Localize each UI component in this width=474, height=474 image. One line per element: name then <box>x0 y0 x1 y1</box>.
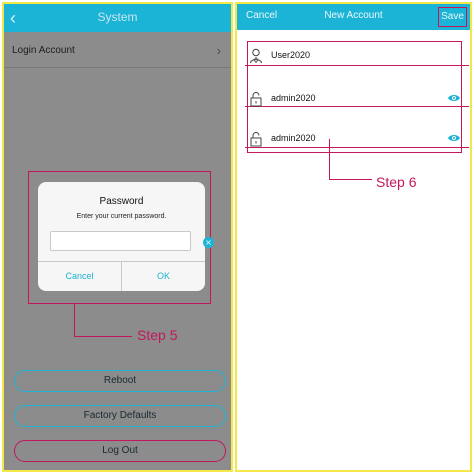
password-field[interactable]: admin2020 <box>249 87 461 111</box>
system-screen: ‹ System Login Account › Password Enter … <box>2 2 233 472</box>
log-out-button[interactable]: Log Out <box>14 440 226 462</box>
system-nav-bar: ‹ System <box>4 4 231 32</box>
step-5-label: Step 5 <box>137 327 178 343</box>
login-account-label: Login Account <box>12 45 75 56</box>
chevron-right-icon: › <box>216 43 221 58</box>
dialog-cancel-button[interactable]: Cancel <box>38 261 121 291</box>
clear-circle-icon[interactable]: × <box>203 237 214 248</box>
login-account-row[interactable]: Login Account › <box>4 36 231 68</box>
step-6-callout-line-horizontal <box>329 179 372 180</box>
page-title: System <box>97 10 138 24</box>
new-account-nav-bar: Cancel New Account Save <box>237 4 470 30</box>
step-6-label: Step 6 <box>376 174 417 190</box>
dialog-subtitle: Enter your current password. <box>76 213 167 220</box>
eye-icon[interactable] <box>447 133 461 143</box>
password-input[interactable] <box>50 231 191 251</box>
dialog-title: Password <box>99 196 144 207</box>
new-account-screen: Cancel New Account Save User2020 admin20… <box>235 2 472 472</box>
password-value: admin2020 <box>271 93 316 103</box>
user-icon <box>250 48 262 64</box>
page-title: New Account <box>324 10 383 21</box>
screenshot-composite: ‹ System Login Account › Password Enter … <box>0 0 474 474</box>
username-value: User2020 <box>271 50 311 60</box>
step-6-callout-line <box>329 139 330 179</box>
step-5-callout-line-horizontal <box>74 336 132 337</box>
save-button[interactable]: Save <box>438 7 467 27</box>
password-dialog: Password Enter your current password. × … <box>38 182 214 291</box>
lock-icon <box>250 92 262 107</box>
confirm-password-value: admin2020 <box>271 133 316 143</box>
step-5-callout-line <box>74 304 75 337</box>
lock-icon <box>250 132 262 147</box>
reboot-button[interactable]: Reboot <box>14 370 226 392</box>
factory-defaults-button[interactable]: Factory Defaults <box>14 405 226 427</box>
confirm-password-field[interactable]: admin2020 <box>249 127 461 151</box>
username-field[interactable]: User2020 <box>249 44 461 68</box>
dialog-ok-button[interactable]: OK <box>122 261 205 291</box>
eye-icon[interactable] <box>447 93 461 103</box>
